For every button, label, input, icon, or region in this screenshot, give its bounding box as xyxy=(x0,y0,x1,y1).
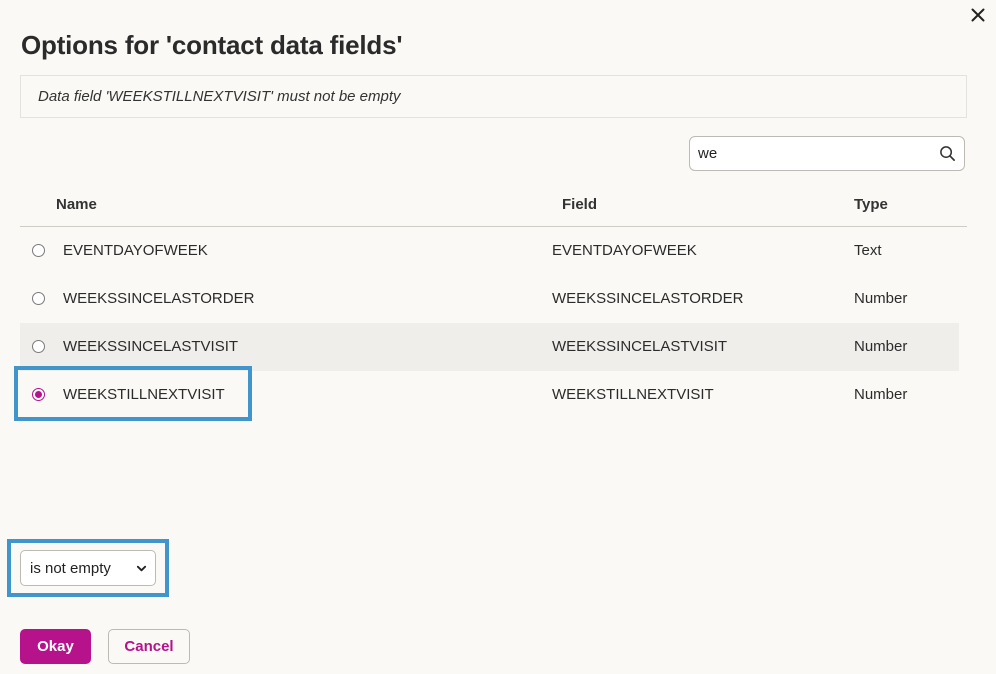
row-type: Text xyxy=(854,242,882,259)
row-radio[interactable] xyxy=(32,292,45,305)
dialog-title: Options for 'contact data fields' xyxy=(21,30,403,60)
row-radio[interactable] xyxy=(32,340,45,353)
table-row[interactable]: EVENTDAYOFWEEK EVENTDAYOFWEEK Text xyxy=(20,227,967,275)
validation-message-box: Data field 'WEEKSTILLNEXTVISIT' must not… xyxy=(20,75,967,118)
row-name: WEEKSSINCELASTVISIT xyxy=(63,338,239,355)
search-icon[interactable] xyxy=(938,145,956,163)
cancel-button[interactable]: Cancel xyxy=(108,629,190,664)
row-field: WEEKSSINCELASTORDER xyxy=(552,290,744,307)
column-header-type[interactable]: Type xyxy=(854,196,888,213)
condition-highlight: is not empty xyxy=(7,539,169,597)
okay-button[interactable]: Okay xyxy=(20,629,91,664)
row-name: EVENTDAYOFWEEK xyxy=(63,242,208,259)
table-row[interactable]: WEEKSSINCELASTVISIT WEEKSSINCELASTVISIT … xyxy=(20,323,959,371)
column-header-field[interactable]: Field xyxy=(562,196,597,213)
row-radio-selected[interactable] xyxy=(32,388,45,401)
row-type: Number xyxy=(854,386,908,403)
table-header: Name Field Type xyxy=(20,182,967,227)
row-name: WEEKSSINCELASTORDER xyxy=(63,290,255,307)
table-row[interactable]: WEEKSSINCELASTORDER WEEKSSINCELASTORDER … xyxy=(20,275,967,323)
fields-table: Name Field Type EVENTDAYOFWEEK EVENTDAYO… xyxy=(20,182,967,419)
close-icon xyxy=(971,8,985,22)
condition-select[interactable]: is not empty xyxy=(20,550,156,586)
search-input[interactable] xyxy=(698,137,938,170)
options-dialog: Options for 'contact data fields' Data f… xyxy=(0,0,996,674)
row-type: Number xyxy=(854,290,908,307)
row-field: WEEKSSINCELASTVISIT xyxy=(552,338,728,355)
close-button[interactable] xyxy=(966,3,990,27)
table-row-selected[interactable]: WEEKSTILLNEXTVISIT WEEKSTILLNEXTVISIT Nu… xyxy=(20,371,967,419)
row-field: EVENTDAYOFWEEK xyxy=(552,242,697,259)
row-field: WEEKSTILLNEXTVISIT xyxy=(552,386,714,403)
validation-message: Data field 'WEEKSTILLNEXTVISIT' must not… xyxy=(38,88,401,105)
row-name: WEEKSTILLNEXTVISIT xyxy=(63,386,225,403)
condition-selected-value: is not empty xyxy=(30,559,111,577)
row-radio[interactable] xyxy=(32,244,45,257)
search-box[interactable] xyxy=(689,136,965,171)
chevron-down-icon xyxy=(135,562,147,574)
row-type: Number xyxy=(854,338,908,355)
column-header-name[interactable]: Name xyxy=(56,196,97,213)
